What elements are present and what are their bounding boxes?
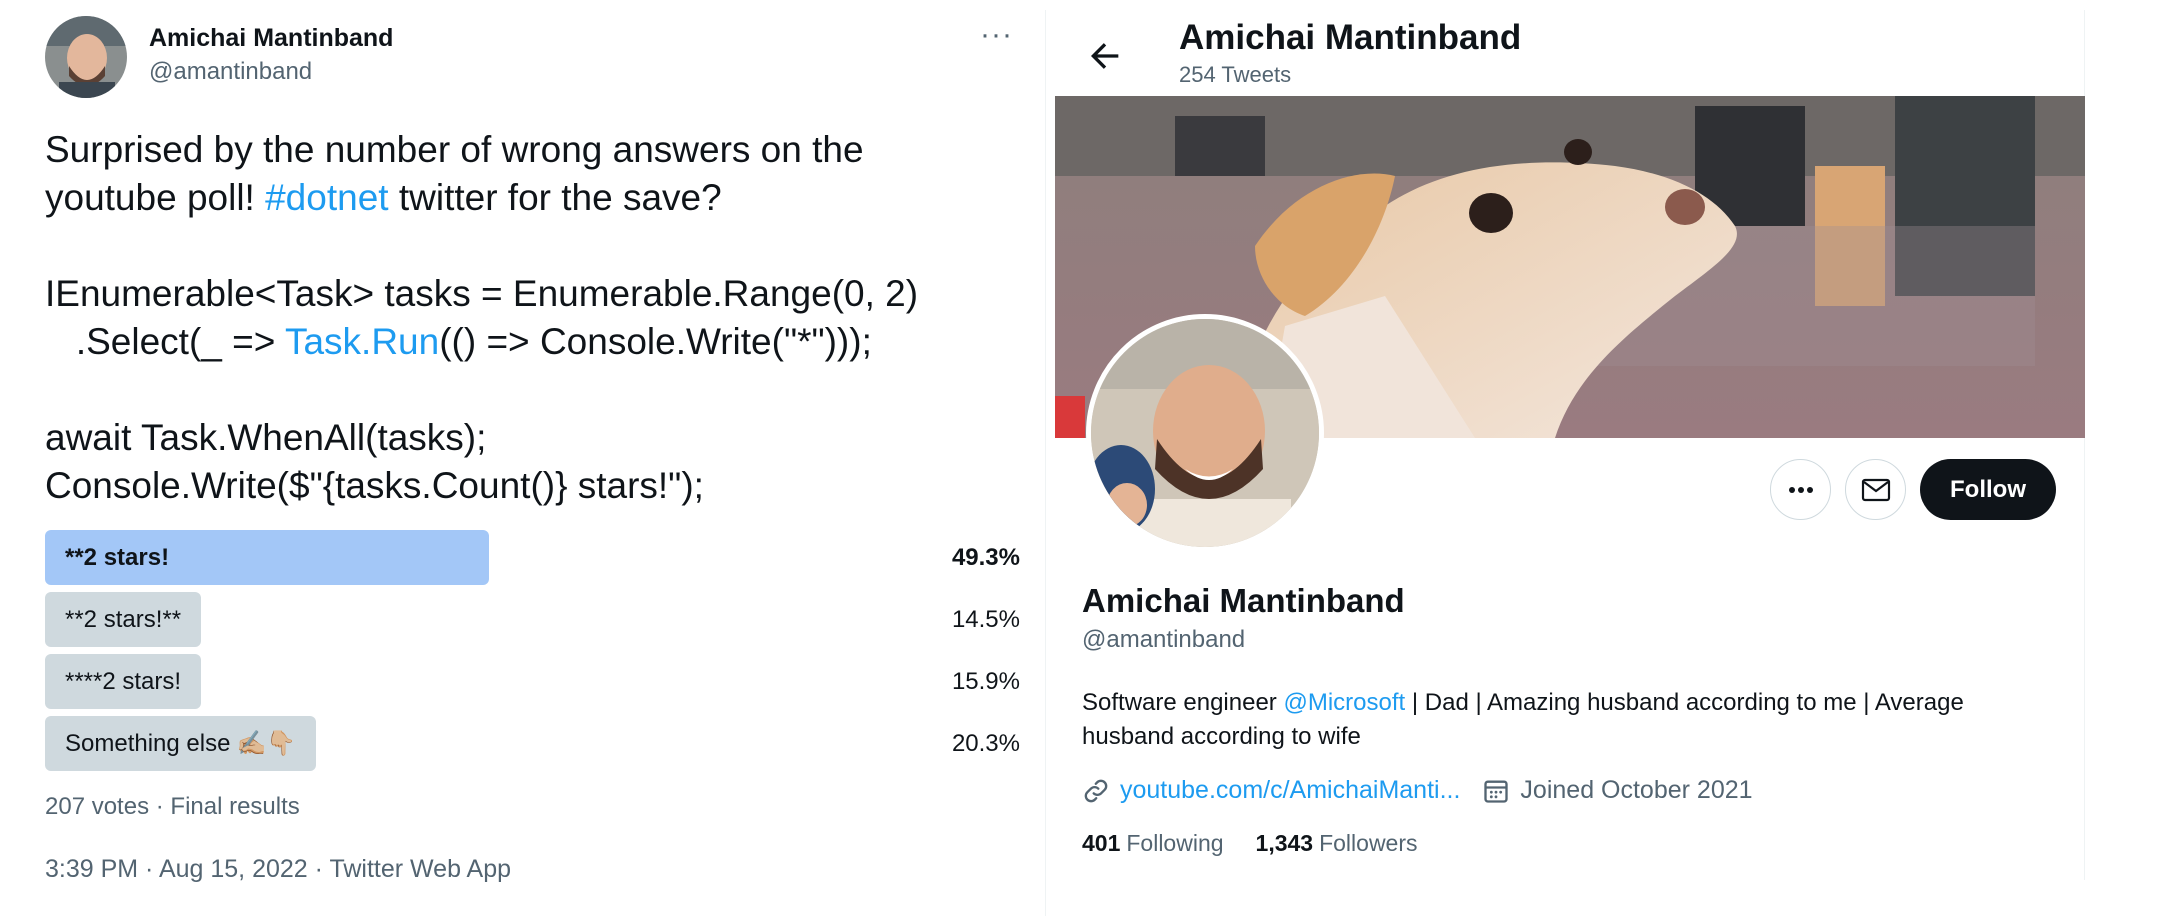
joined-date: Joined October 2021 (1520, 776, 1753, 804)
task-run-link[interactable]: Task.Run (285, 321, 439, 362)
profile-url-link[interactable]: youtube.com/c/AmichaiManti... (1120, 776, 1460, 805)
profile-name: Amichai Mantinband (1082, 582, 1405, 619)
writing-hand-emoji-icon: ✍🏼👇🏼 (236, 730, 297, 757)
more-icon[interactable]: ··· (980, 20, 1013, 50)
panel-divider (1045, 10, 1046, 916)
profile-bio: Software engineer @Microsoft | Dad | Ama… (1082, 686, 2042, 754)
poll-option-percent: 14.5% (951, 606, 1020, 633)
followers-count: 1,343 (1255, 830, 1314, 856)
code-line: IEnumerable<Task> tasks = Enumerable.Ran… (45, 273, 919, 314)
profile-avatar[interactable] (1086, 314, 1324, 552)
calendar-icon (1484, 780, 1509, 803)
poll-option: ****2 stars! 15.9% (45, 654, 1020, 709)
poll-option-percent: 49.3% (951, 544, 1020, 571)
poll-option-label: ****2 stars! (65, 668, 182, 695)
profile-meta: youtube.com/c/AmichaiManti... Joined Oct… (1082, 776, 1753, 805)
follow-button[interactable]: Follow (1920, 459, 2056, 520)
author-avatar[interactable] (45, 16, 127, 98)
hashtag-link[interactable]: #dotnet (265, 177, 388, 218)
more-horizontal-icon (1788, 486, 1813, 493)
poll-option-text: Something else (65, 730, 231, 757)
code-line: Console.Write($"{tasks.Count()} stars!")… (45, 465, 704, 506)
poll-option-percent: 20.3% (951, 730, 1020, 757)
code-line: await Task.WhenAll(tasks); (45, 417, 487, 458)
tweet-timestamp[interactable]: 3:39 PM · Aug 15, 2022 · Twitter Web App (45, 855, 511, 884)
profile-stats: 401 Following 1,343 Followers (1082, 830, 1418, 857)
poll: **2 stars! 49.3% **2 stars!** 14.5% ****… (45, 530, 1020, 778)
message-button[interactable] (1845, 459, 1907, 520)
tweet-text: Surprised by the number of wrong answers… (45, 126, 1035, 510)
poll-option-label: **2 stars!** (65, 606, 182, 633)
poll-option-percent: 15.9% (951, 668, 1020, 695)
bio-mention-link[interactable]: @Microsoft (1283, 689, 1405, 716)
following-link[interactable]: 401 Following (1082, 830, 1224, 857)
mail-icon (1861, 478, 1890, 501)
tweet-text-segment: youtube poll! (45, 177, 266, 218)
back-arrow-icon[interactable] (1085, 36, 1125, 76)
profile-panel: Amichai Mantinband 254 Tweets Follow Ami… (1055, 10, 2085, 880)
poll-summary: 207 votes · Final results (45, 793, 300, 820)
author-name[interactable]: Amichai Mantinband (149, 24, 393, 53)
tweet-count: 254 Tweets (1179, 62, 1292, 87)
profile-handle: @amantinband (1082, 626, 1246, 653)
poll-option: Something else ✍🏼👇🏼 20.3% (45, 716, 1020, 771)
following-count: 401 (1082, 830, 1121, 856)
profile-header-name: Amichai Mantinband (1179, 18, 1522, 57)
followers-label: Followers (1319, 830, 1418, 856)
tweet-text-line: Surprised by the number of wrong answers… (45, 129, 864, 170)
tweet-text-segment: twitter for the save? (388, 177, 722, 218)
tweet-card: Amichai Mantinband @amantinband ··· Surp… (0, 0, 1045, 916)
tweet-text-line: youtube poll! #dotnet twitter for the sa… (45, 174, 1035, 222)
code-segment: .Select(_ => (45, 321, 285, 362)
poll-option: **2 stars!** 14.5% (45, 592, 1020, 647)
poll-option: **2 stars! 49.3% (45, 530, 1020, 585)
bio-text: Software engineer (1082, 689, 1284, 716)
poll-option-label: **2 stars! (65, 544, 170, 571)
following-label: Following (1126, 830, 1224, 856)
link-icon (1084, 779, 1108, 802)
code-line: .Select(_ => Task.Run(() => Console.Writ… (45, 318, 1035, 366)
more-options-button[interactable] (1770, 459, 1832, 520)
author-handle[interactable]: @amantinband (149, 58, 312, 86)
poll-option-label: Something else ✍🏼👇🏼 (65, 716, 296, 771)
profile-actions: Follow (1770, 459, 2056, 520)
followers-link[interactable]: 1,343 Followers (1256, 830, 1418, 857)
code-segment: (() => Console.Write("*"))); (439, 321, 872, 362)
